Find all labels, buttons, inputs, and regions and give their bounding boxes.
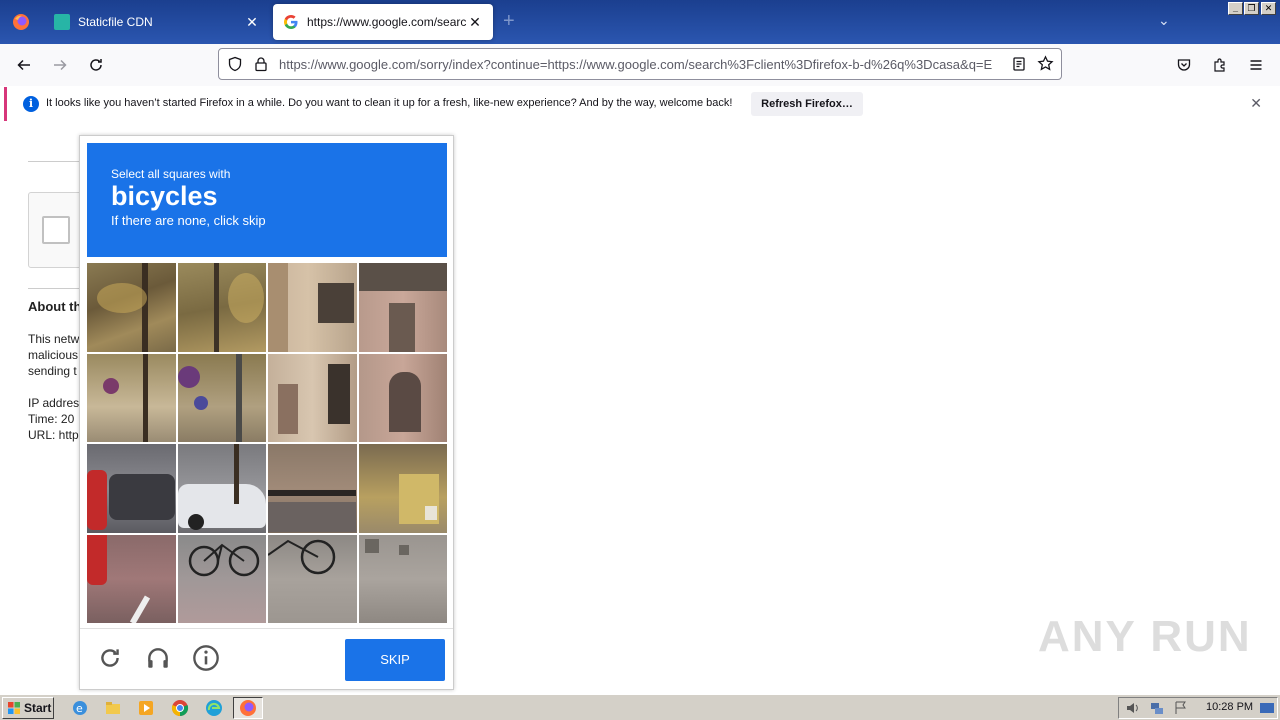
captcha-tile[interactable] [358, 263, 447, 352]
arrow-right-icon [54, 59, 67, 71]
captcha-tile[interactable] [177, 353, 266, 442]
help-button[interactable] [191, 643, 221, 673]
url-line: URL: http [28, 428, 79, 442]
anyrun-watermark: ANY RUN [1038, 612, 1252, 661]
forward-button[interactable] [48, 54, 72, 76]
back-button[interactable] [12, 54, 36, 76]
skip-button[interactable]: SKIP [345, 639, 445, 681]
navigation-toolbar: https://www.google.com/sorry/index?conti… [0, 44, 1280, 86]
captcha-header: Select all squares with bicycles If ther… [87, 143, 447, 257]
reload-icon [101, 649, 119, 667]
about-heading: About th [28, 299, 82, 314]
media-player-icon[interactable] [137, 699, 155, 717]
captcha-tile[interactable] [268, 353, 357, 442]
captcha-tile[interactable] [177, 444, 266, 533]
firefox-taskbar-button[interactable] [233, 697, 263, 719]
edge-icon[interactable] [205, 699, 223, 717]
new-tab-button[interactable]: + [503, 10, 515, 33]
firefox-view-button[interactable] [0, 0, 42, 44]
tab-label: Staticfile CDN [78, 15, 153, 29]
captcha-target: bicycles [111, 181, 218, 211]
ip-address-line: IP addres [28, 396, 80, 410]
clock: 10:28 PM [1206, 701, 1254, 713]
staticfile-favicon-icon [54, 14, 70, 30]
captcha-tile[interactable] [358, 534, 447, 623]
bookmark-star-icon[interactable] [1037, 55, 1054, 72]
firefox-icon [240, 700, 256, 716]
google-favicon-icon [283, 14, 299, 30]
shield-icon[interactable] [227, 56, 243, 72]
chevron-down-icon[interactable]: ⌄ [1158, 12, 1170, 29]
captcha-tile[interactable] [87, 534, 176, 623]
hamburger-menu-icon [1250, 60, 1262, 70]
captcha-tile[interactable] [358, 353, 447, 442]
captcha-tile[interactable] [177, 534, 266, 623]
tab-close-icon[interactable]: ✕ [467, 14, 483, 31]
network-icon[interactable] [1149, 700, 1165, 716]
reader-view-icon[interactable] [1011, 56, 1027, 72]
reload-challenge-button[interactable] [95, 643, 125, 673]
pocket-button[interactable] [1172, 54, 1196, 76]
captcha-image-grid [87, 263, 447, 623]
tab-label: https://www.google.com/search?c [307, 15, 467, 29]
captcha-challenge: Select all squares with bicycles If ther… [79, 135, 454, 690]
captcha-tile[interactable] [87, 263, 176, 352]
chrome-icon[interactable] [171, 699, 189, 717]
url-input[interactable]: https://www.google.com/sorry/index?conti… [279, 57, 1001, 72]
tab-strip: Staticfile CDN ✕ https://www.google.com/… [0, 0, 1280, 44]
recaptcha-checkbox[interactable] [42, 216, 70, 244]
info-icon: i [23, 96, 39, 112]
reload-button[interactable] [84, 54, 108, 76]
windows-logo-icon [8, 702, 20, 714]
bicycle-image [188, 543, 259, 576]
show-desktop-icon[interactable] [1259, 700, 1275, 716]
captcha-tile[interactable] [268, 263, 357, 352]
notification-message: It looks like you haven’t started Firefo… [46, 97, 733, 109]
captcha-tile[interactable] [268, 444, 357, 533]
notification-bar: i It looks like you haven’t started Fire… [4, 87, 1276, 121]
reload-icon [90, 59, 102, 71]
folder-icon[interactable] [104, 699, 122, 717]
captcha-tile[interactable] [177, 263, 266, 352]
page-paragraph-line: malicious [28, 348, 79, 362]
start-button[interactable]: Start [2, 697, 54, 719]
pocket-icon [1177, 59, 1191, 71]
captcha-tile[interactable] [87, 353, 176, 442]
minimize-button[interactable]: _ [1228, 2, 1243, 15]
close-icon[interactable]: ✕ [1250, 95, 1262, 112]
start-label: Start [24, 701, 52, 715]
tab-google-search[interactable]: https://www.google.com/search?c ✕ [273, 4, 493, 40]
tab-staticfile-cdn[interactable]: Staticfile CDN ✕ [44, 4, 270, 40]
page-paragraph-line: This netw [28, 332, 80, 346]
system-tray [1118, 697, 1278, 719]
info-icon [193, 645, 219, 671]
captcha-instruction: Select all squares with [111, 167, 231, 181]
captcha-tile[interactable] [358, 444, 447, 533]
refresh-firefox-button[interactable]: Refresh Firefox… [751, 92, 863, 116]
audio-challenge-button[interactable] [143, 643, 173, 673]
arrow-left-icon [17, 59, 30, 71]
extensions-button[interactable] [1208, 54, 1232, 76]
headphones-icon [148, 648, 168, 668]
taskbar: Start e 10:28 PM [0, 694, 1280, 720]
restore-button[interactable]: ❐ [1244, 2, 1259, 15]
page-paragraph-line: sending t [28, 364, 77, 378]
address-bar[interactable]: https://www.google.com/sorry/index?conti… [218, 48, 1062, 80]
captcha-tile[interactable] [268, 534, 357, 623]
puzzle-icon [1214, 58, 1225, 72]
firefox-icon [13, 14, 29, 30]
captcha-footer: SKIP [80, 628, 453, 690]
lock-icon[interactable] [253, 56, 269, 72]
close-window-button[interactable]: ✕ [1261, 2, 1276, 15]
captcha-subtext: If there are none, click skip [111, 213, 266, 228]
internet-explorer-icon[interactable]: e [71, 699, 89, 717]
tab-close-icon[interactable]: ✕ [244, 14, 260, 31]
speaker-icon[interactable] [1125, 700, 1141, 716]
svg-text:e: e [76, 702, 83, 715]
flag-icon[interactable] [1173, 700, 1189, 716]
captcha-tile[interactable] [87, 444, 176, 533]
bicycle-image [268, 539, 336, 574]
app-menu-button[interactable] [1244, 54, 1268, 76]
time-line: Time: 20 [28, 412, 75, 426]
